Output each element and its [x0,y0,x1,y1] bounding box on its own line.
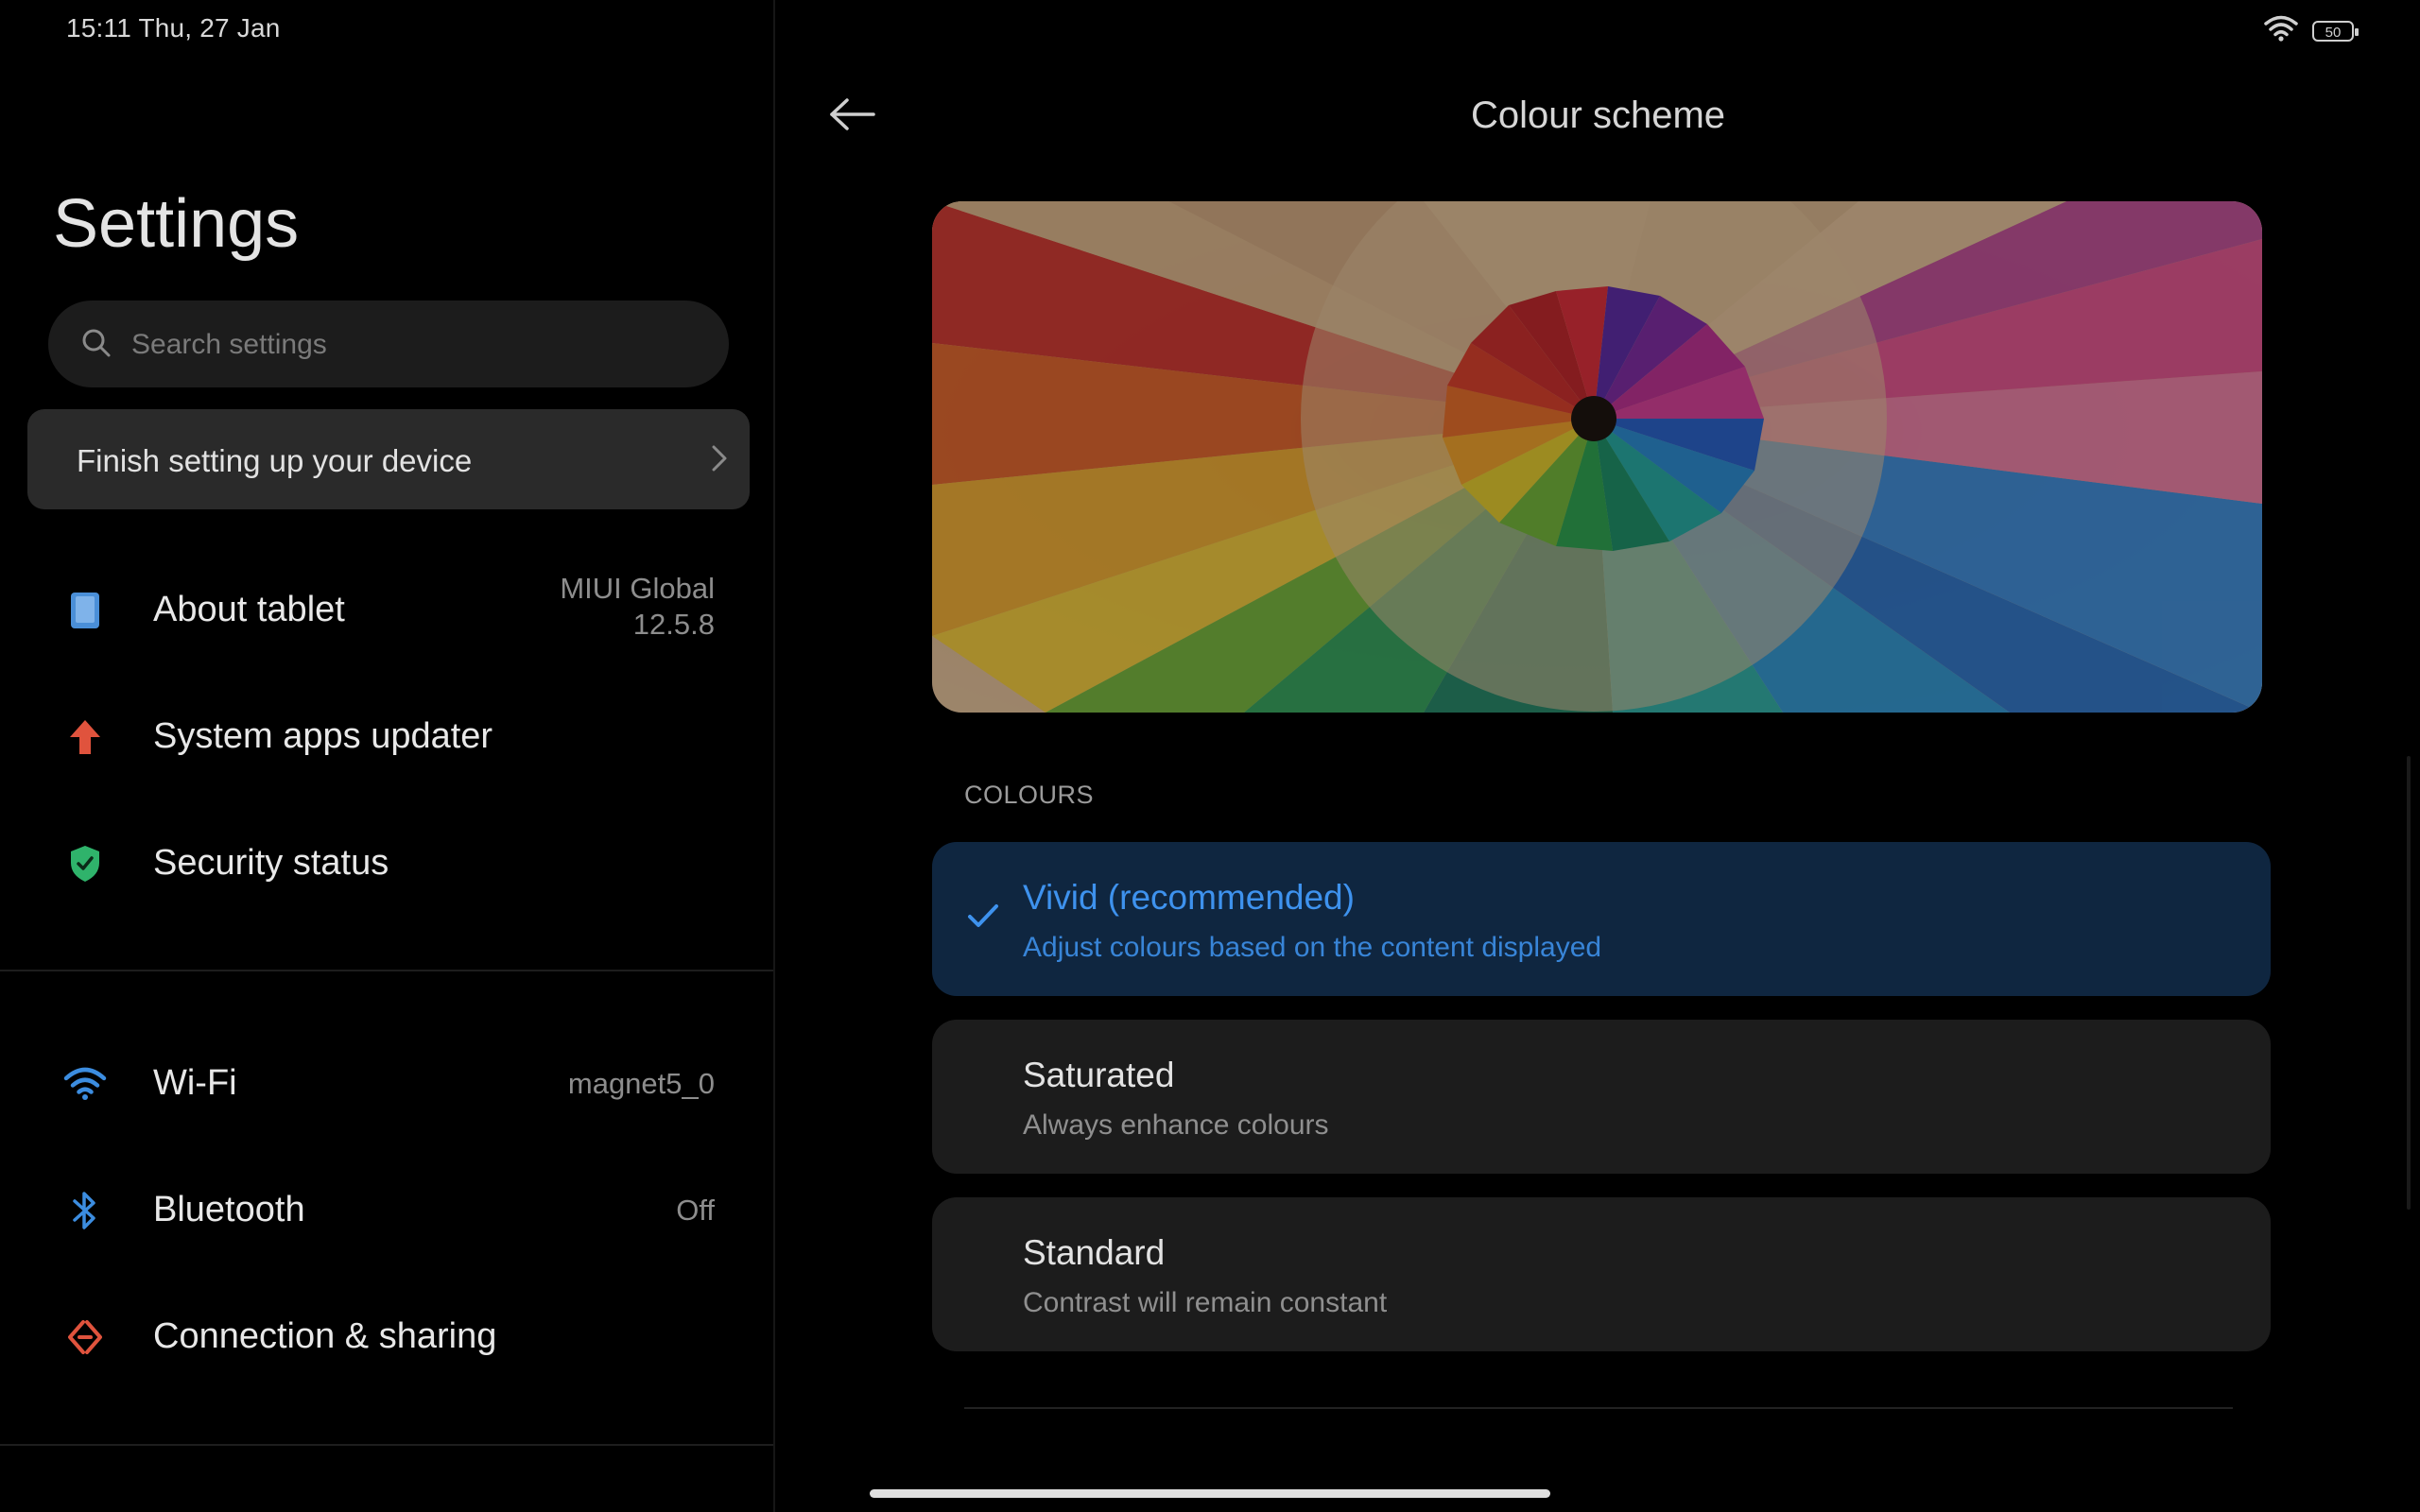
scrollbar[interactable] [2407,756,2411,1210]
search-icon [80,327,112,359]
sidebar-item-connection-sharing[interactable]: Connection & sharing [0,1279,773,1392]
sidebar-divider [0,970,773,971]
option-title: Saturated [1023,1056,1175,1094]
search-input[interactable]: Search settings [48,301,729,387]
option-saturated[interactable]: Saturated Always enhance colours [932,1020,2271,1174]
sidebar-item-bluetooth[interactable]: Bluetooth Off [0,1152,773,1265]
sidebar-item-label: Connection & sharing [153,1316,497,1356]
content-divider [964,1407,2233,1409]
miui-version-line1: MIUI Global [560,572,715,605]
wifi-icon [62,1061,108,1107]
miui-version-value: MIUI Global 12.5.8 [560,571,715,643]
finish-setup-banner[interactable]: Finish setting up your device [27,409,750,509]
battery-icon: 50 [2312,20,2359,42]
settings-title: Settings [53,186,300,262]
settings-sidebar: Settings Search settings Finish setting … [0,0,775,1512]
option-subtitle: Adjust colours based on the content disp… [1023,932,1602,963]
chevron-right-icon [710,442,729,474]
page-title: Colour scheme [1471,94,1726,136]
sidebar-item-label: Security status [153,843,389,883]
update-arrow-icon [62,714,108,760]
option-title: Standard [1023,1233,1166,1272]
sidebar-divider [0,1444,773,1446]
option-vivid[interactable]: Vivid (recommended) Adjust colours based… [932,842,2271,996]
sidebar-item-about-tablet[interactable]: About tablet MIUI Global 12.5.8 [0,552,773,665]
status-icons: 50 [2263,15,2359,46]
wifi-network-value: magnet5_0 [567,1067,715,1100]
wifi-status-icon [2263,15,2299,46]
colour-pencils-preview-image [932,201,2262,713]
miui-version-line2: 12.5.8 [632,608,715,641]
colours-section-label: COLOURS [964,781,1095,809]
sidebar-item-security-status[interactable]: Security status [0,805,773,919]
sidebar-item-wifi[interactable]: Wi-Fi magnet5_0 [0,1025,773,1139]
tablet-icon [62,588,108,633]
option-subtitle: Contrast will remain constant [1023,1287,1388,1318]
checkmark-icon [966,901,1000,931]
sidebar-item-label: Wi-Fi [153,1063,237,1103]
option-standard[interactable]: Standard Contrast will remain constant [932,1197,2271,1351]
back-arrow-icon [830,98,875,130]
sidebar-item-label: About tablet [153,590,345,629]
shield-check-icon [62,841,108,886]
sidebar-item-label: System apps updater [153,716,493,756]
home-indicator-bar[interactable] [870,1489,1550,1498]
bluetooth-icon [62,1188,108,1233]
finish-setup-label: Finish setting up your device [77,443,473,478]
connection-sharing-icon [62,1314,108,1360]
bluetooth-status-value: Off [676,1194,715,1227]
sidebar-item-system-apps-updater[interactable]: System apps updater [0,679,773,792]
sidebar-item-label: Bluetooth [153,1190,305,1229]
back-button[interactable] [828,96,877,132]
option-title: Vivid (recommended) [1023,878,1355,917]
option-subtitle: Always enhance colours [1023,1109,1329,1141]
search-placeholder: Search settings [131,329,327,360]
